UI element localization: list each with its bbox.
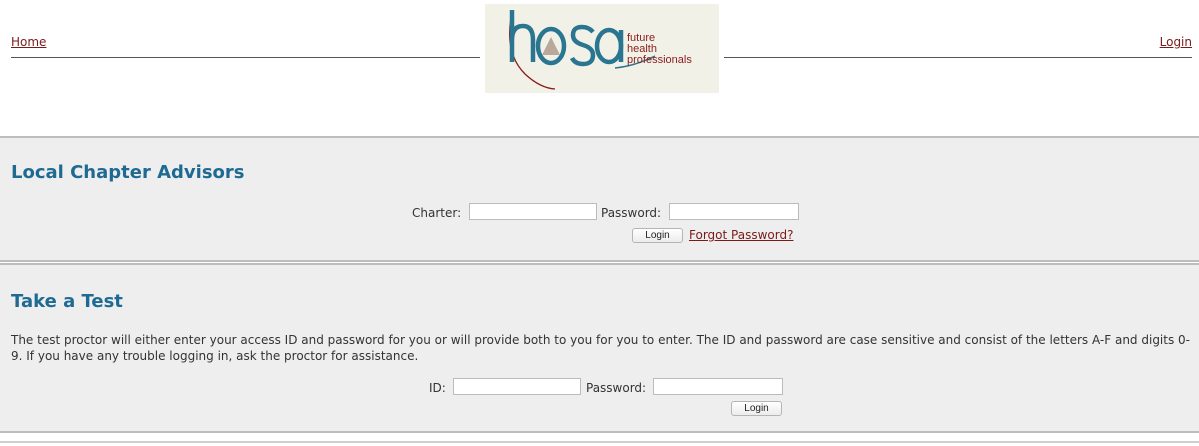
forgot-password-link[interactable]: Forgot Password? [689,228,793,242]
take-test-section: Take a Test The test proctor will either… [0,263,1199,433]
advisors-section: Local Chapter Advisors Charter: Password… [0,136,1199,262]
take-test-title: Take a Test [11,291,123,312]
test-login-button[interactable]: Login [731,401,782,416]
logo-tagline-professionals: professionals [627,54,692,66]
home-link[interactable]: Home [11,35,46,49]
test-id-input[interactable] [453,378,581,395]
advisors-title: Local Chapter Advisors [11,162,245,183]
test-id-label: ID: [429,381,446,395]
advisor-password-label: Password: [601,206,662,220]
header: Home future health professionals Login [0,0,1199,100]
hosa-logo-graphic: future health professionals [508,10,692,90]
hosa-logo: future health professionals [485,4,719,93]
header-divider-right [724,57,1192,58]
header-divider-left [11,57,480,58]
advisor-login-button[interactable]: Login [632,228,683,243]
advisor-password-input[interactable] [669,203,799,220]
take-test-description: The test proctor will either enter your … [11,333,1191,363]
login-link[interactable]: Login [1160,35,1192,49]
footer-divider [0,441,1199,443]
charter-label: Charter: [412,206,462,220]
test-password-input[interactable] [653,378,783,395]
charter-input[interactable] [469,203,597,220]
test-password-label: Password: [586,381,647,395]
